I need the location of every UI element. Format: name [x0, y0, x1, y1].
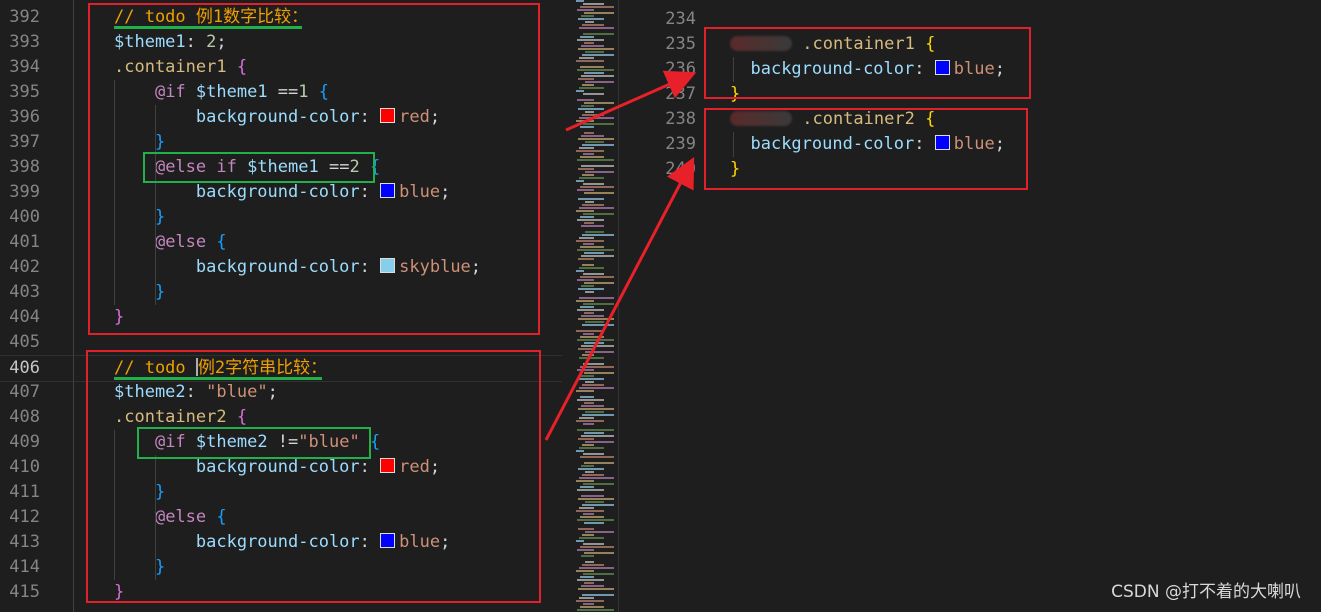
arrow-to-output2 — [544, 157, 695, 441]
watermark: CSDN @打不着的大喇叭 — [1111, 582, 1301, 602]
annotation-arrows — [544, 70, 697, 441]
arrow-to-output1 — [565, 70, 697, 132]
